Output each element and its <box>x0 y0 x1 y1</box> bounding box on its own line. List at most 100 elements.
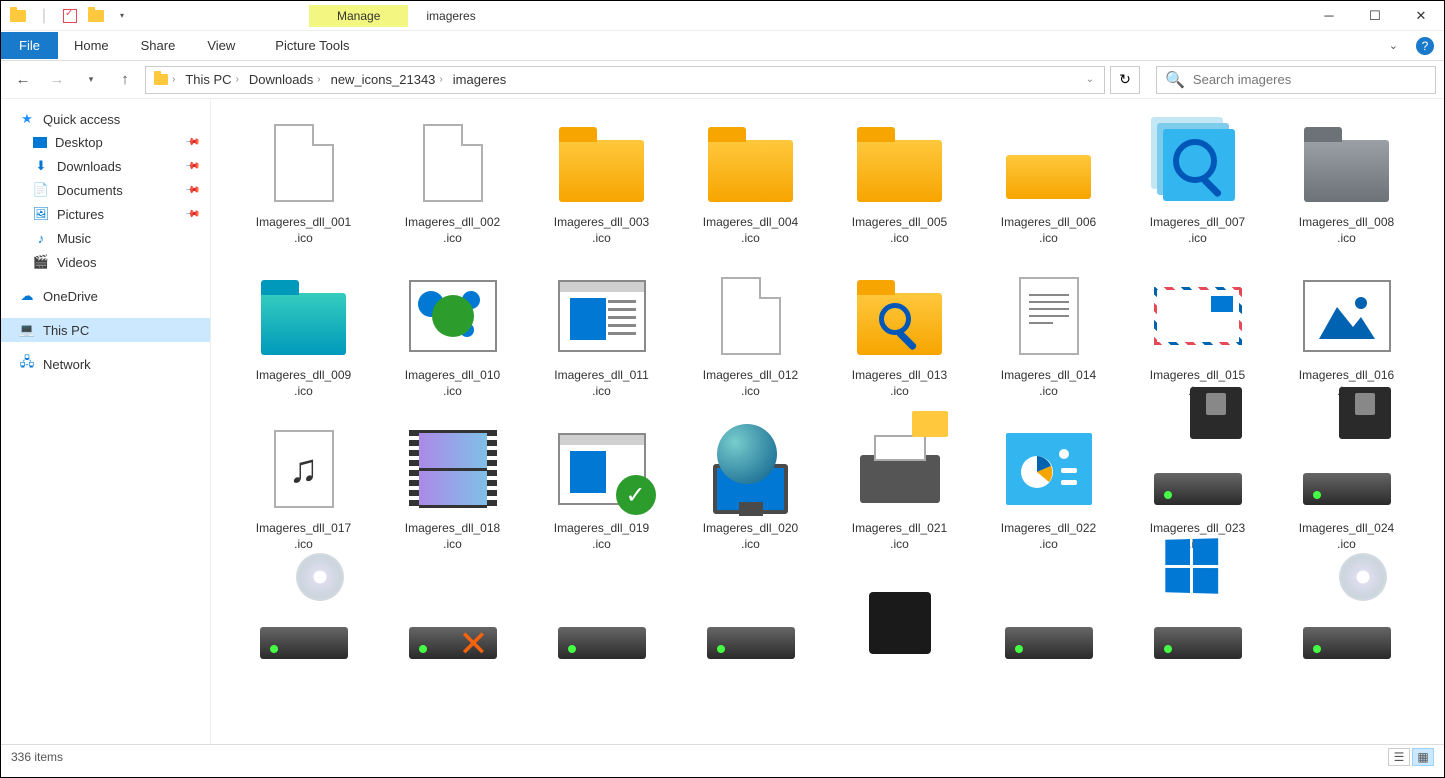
file-thumb-icon <box>254 573 354 673</box>
share-tab[interactable]: Share <box>125 32 192 59</box>
sidebar-this-pc[interactable]: 💻This PC <box>1 318 210 342</box>
recent-dropdown[interactable]: ▾ <box>77 66 105 94</box>
file-item[interactable]: Imageres_dll_016.ico <box>1274 262 1419 403</box>
sidebar-item-desktop[interactable]: Desktop📌 <box>1 131 210 154</box>
file-item[interactable]: ✕ <box>380 569 525 677</box>
file-thumb-icon <box>850 419 950 519</box>
details-view-button[interactable]: ☰ <box>1388 748 1410 766</box>
navigation-bar: ← → ▾ ↑ › This PC› Downloads› new_icons_… <box>1 61 1444 99</box>
file-thumb-icon <box>701 113 801 213</box>
documents-icon: 📄 <box>33 182 49 198</box>
file-name-label: Imageres_dll_005.ico <box>852 215 947 246</box>
file-item[interactable]: Imageres_dll_010.ico <box>380 262 525 403</box>
qat-customize-dropdown[interactable]: ▾ <box>111 5 133 27</box>
file-item[interactable]: Imageres_dll_005.ico <box>827 109 972 250</box>
file-item[interactable]: Imageres_dll_023.ico <box>1125 415 1270 556</box>
qat-properties-icon[interactable] <box>59 5 81 27</box>
search-input[interactable] <box>1193 72 1427 87</box>
icons-view-button[interactable]: ▦ <box>1412 748 1434 766</box>
address-dropdown[interactable]: ⌄ <box>1080 74 1100 85</box>
file-item[interactable]: Imageres_dll_011.ico <box>529 262 674 403</box>
pictures-icon: 🖼 <box>33 206 49 222</box>
file-thumb-icon <box>1297 113 1397 213</box>
breadcrumb-item[interactable]: imageres <box>449 70 510 89</box>
file-name-label: Imageres_dll_010.ico <box>405 368 500 399</box>
breadcrumb-item[interactable]: Downloads› <box>245 70 325 89</box>
file-item[interactable]: Imageres_dll_001.ico <box>231 109 376 250</box>
cloud-icon: ☁ <box>19 288 35 304</box>
close-button[interactable]: ✕ <box>1398 1 1444 31</box>
maximize-button[interactable]: ☐ <box>1352 1 1398 31</box>
help-icon[interactable]: ? <box>1416 37 1434 55</box>
back-button[interactable]: ← <box>9 66 37 94</box>
computer-icon: 💻 <box>19 322 35 338</box>
file-item[interactable]: Imageres_dll_020.ico <box>678 415 823 556</box>
sidebar-item-videos[interactable]: 🎬Videos <box>1 250 210 274</box>
file-item[interactable]: Imageres_dll_009.ico <box>231 262 376 403</box>
file-item[interactable]: Imageres_dll_007.ico <box>1125 109 1270 250</box>
star-icon: ★ <box>19 111 35 127</box>
file-pane[interactable]: Imageres_dll_001.icoImageres_dll_002.ico… <box>211 99 1444 744</box>
file-item[interactable] <box>827 569 972 677</box>
file-item[interactable] <box>1125 569 1270 677</box>
view-tab[interactable]: View <box>191 32 251 59</box>
file-item[interactable] <box>976 569 1121 677</box>
address-bar[interactable]: › This PC› Downloads› new_icons_21343› i… <box>145 66 1105 94</box>
quick-access-toolbar: | ▾ <box>1 5 139 27</box>
file-item[interactable]: Imageres_dll_013.ico <box>827 262 972 403</box>
file-tab[interactable]: File <box>1 32 58 59</box>
file-item[interactable]: Imageres_dll_012.ico <box>678 262 823 403</box>
window-title: imageres <box>408 9 475 23</box>
file-thumb-icon <box>403 419 503 519</box>
file-name-label: Imageres_dll_018.ico <box>405 521 500 552</box>
sidebar-item-downloads[interactable]: ⬇Downloads📌 <box>1 154 210 178</box>
up-button[interactable]: ↑ <box>111 66 139 94</box>
qat-newfolder-icon[interactable] <box>85 5 107 27</box>
sidebar-quick-access[interactable]: ★Quick access <box>1 107 210 131</box>
sidebar-network[interactable]: 🖧Network <box>1 352 210 376</box>
file-item[interactable]: Imageres_dll_008.ico <box>1274 109 1419 250</box>
expand-ribbon-button[interactable]: ⌄ <box>1381 39 1406 52</box>
sidebar-item-documents[interactable]: 📄Documents📌 <box>1 178 210 202</box>
forward-button[interactable]: → <box>43 66 71 94</box>
breadcrumb-item[interactable]: new_icons_21343› <box>327 70 447 89</box>
file-item[interactable] <box>529 569 674 677</box>
file-item[interactable]: Imageres_dll_015.ico <box>1125 262 1270 403</box>
file-item[interactable] <box>678 569 823 677</box>
file-name-label: Imageres_dll_021.ico <box>852 521 947 552</box>
sidebar-onedrive[interactable]: ☁OneDrive <box>1 284 210 308</box>
file-name-label: Imageres_dll_019.ico <box>554 521 649 552</box>
file-item[interactable]: ♫Imageres_dll_017.ico <box>231 415 376 556</box>
file-thumb-icon <box>999 573 1099 673</box>
file-name-label: Imageres_dll_017.ico <box>256 521 351 552</box>
breadcrumb-root[interactable]: › <box>150 72 179 87</box>
pin-icon: 📌 <box>183 158 200 175</box>
qat-folder-icon[interactable] <box>7 5 29 27</box>
file-item[interactable]: Imageres_dll_022.ico <box>976 415 1121 556</box>
breadcrumb-item[interactable]: This PC› <box>181 70 243 89</box>
contextual-tab-manage[interactable]: Manage <box>309 5 408 27</box>
sidebar-item-music[interactable]: ♪Music <box>1 226 210 250</box>
videos-icon: 🎬 <box>33 254 49 270</box>
file-item[interactable]: Imageres_dll_006.ico <box>976 109 1121 250</box>
file-item[interactable]: Imageres_dll_018.ico <box>380 415 525 556</box>
file-thumb-icon <box>1297 573 1397 673</box>
ribbon-tabs: File Home Share View Picture Tools ⌄ ? <box>1 31 1444 61</box>
file-item[interactable]: Imageres_dll_004.ico <box>678 109 823 250</box>
file-item[interactable]: Imageres_dll_002.ico <box>380 109 525 250</box>
file-item[interactable]: Imageres_dll_021.ico <box>827 415 972 556</box>
refresh-button[interactable]: ↻ <box>1110 66 1140 94</box>
sidebar-item-pictures[interactable]: 🖼Pictures📌 <box>1 202 210 226</box>
search-box[interactable]: 🔍 <box>1156 66 1436 94</box>
home-tab[interactable]: Home <box>58 32 125 59</box>
music-icon: ♪ <box>33 230 49 246</box>
picture-tools-tab[interactable]: Picture Tools <box>259 32 365 59</box>
file-item[interactable]: Imageres_dll_003.ico <box>529 109 674 250</box>
file-item[interactable]: ✓Imageres_dll_019.ico <box>529 415 674 556</box>
file-item[interactable]: Imageres_dll_024.ico <box>1274 415 1419 556</box>
file-thumb-icon <box>850 113 950 213</box>
file-item[interactable] <box>231 569 376 677</box>
file-item[interactable]: Imageres_dll_014.ico <box>976 262 1121 403</box>
minimize-button[interactable]: ─ <box>1306 1 1352 31</box>
file-item[interactable] <box>1274 569 1419 677</box>
